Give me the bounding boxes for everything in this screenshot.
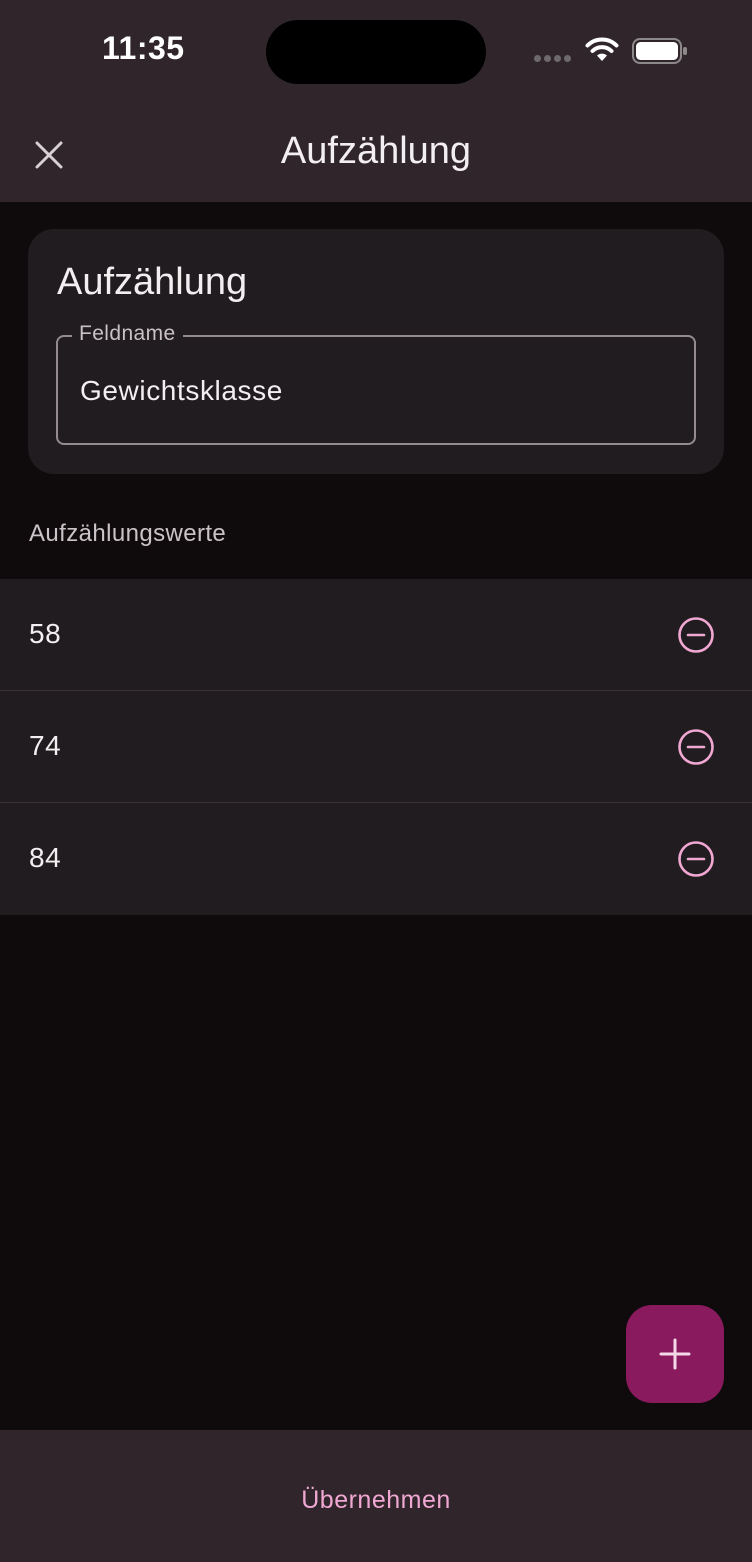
list-item-value: 58 [29, 618, 62, 649]
remove-circle-icon [678, 841, 714, 877]
field-name-field: Feldname [56, 322, 696, 445]
battery-icon [632, 38, 687, 64]
list-item-value: 74 [29, 730, 62, 761]
field-card: Aufzählung Feldname [28, 229, 724, 474]
bottom-bar: Übernehmen [0, 1430, 752, 1562]
section-label: Aufzählungswerte [29, 520, 227, 547]
list-item: 84 [0, 803, 752, 915]
enum-values-list: 58 74 84 [0, 579, 752, 915]
wifi-icon [585, 37, 619, 61]
page-title: Aufzählung [280, 130, 472, 172]
remove-value-button[interactable] [672, 611, 720, 659]
add-value-button[interactable] [626, 1305, 724, 1403]
list-item-value: 84 [29, 842, 62, 873]
remove-value-button[interactable] [672, 835, 720, 883]
cellular-signal-icon [534, 55, 571, 62]
plus-icon [659, 1338, 691, 1370]
remove-value-button[interactable] [672, 723, 720, 771]
card-title: Aufzählung [57, 261, 248, 303]
remove-circle-icon [678, 617, 714, 653]
apply-button[interactable]: Übernehmen [250, 1472, 502, 1528]
list-item: 74 [0, 691, 752, 803]
list-item: 58 [0, 579, 752, 691]
app-bar: Aufzählung [0, 104, 752, 202]
field-name-label: Feldname [72, 322, 183, 346]
remove-circle-icon [678, 729, 714, 765]
status-time: 11:35 [102, 30, 185, 66]
status-bar: 11:35 [0, 0, 752, 104]
field-name-input[interactable] [78, 367, 678, 415]
dynamic-island [266, 20, 486, 84]
